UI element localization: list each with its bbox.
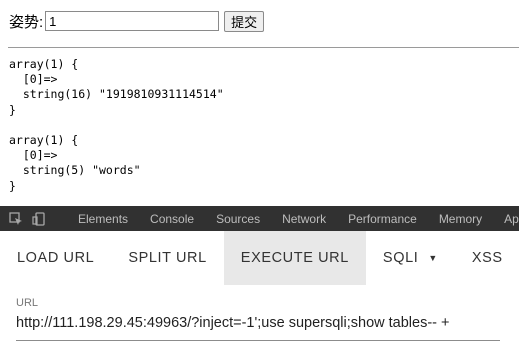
tab-console[interactable]: Console <box>139 212 205 226</box>
sqli-menu-button[interactable]: SQLI ▼ <box>366 231 455 285</box>
tab-network[interactable]: Network <box>271 212 337 226</box>
output-line: [0]=> <box>9 72 58 87</box>
output-line: string(16) "1919810931114514" <box>9 87 224 102</box>
query-output: array(1) { [0]=> string(16) "19198109311… <box>9 57 224 194</box>
submit-button[interactable]: 提交 <box>224 10 265 32</box>
sqli-label: SQLI <box>382 250 419 266</box>
output-line: array(1) { <box>9 133 79 148</box>
output-line: array(1) { <box>9 57 79 71</box>
split-url-button[interactable]: SPLIT URL <box>111 231 223 285</box>
devtools-panel: Elements Console Sources Network Perform… <box>0 206 519 351</box>
hackbar-toolbar: LOAD URL SPLIT URL EXECUTE URL SQLI ▼ XS… <box>0 231 519 285</box>
output-line: } <box>9 102 16 117</box>
load-url-button[interactable]: LOAD URL <box>0 231 111 285</box>
execute-url-button[interactable]: EXECUTE URL <box>223 231 366 285</box>
tab-memory[interactable]: Memory <box>428 212 493 226</box>
caret-down-icon: ▼ <box>428 253 438 263</box>
tab-elements[interactable]: Elements <box>67 212 139 226</box>
url-field[interactable]: http://111.198.29.45:49963/?inject=-1';u… <box>16 315 450 331</box>
output-line: } <box>9 178 16 193</box>
tab-sources[interactable]: Sources <box>205 212 271 226</box>
inject-form: 姿势: 提交 <box>9 10 265 32</box>
inject-input[interactable] <box>45 11 220 31</box>
inject-label: 姿势: <box>9 13 44 31</box>
device-toggle-icon[interactable] <box>32 211 46 227</box>
url-label: URL <box>16 297 39 309</box>
output-line: string(5) "words" <box>9 163 141 178</box>
tab-application[interactable]: Ap <box>493 212 519 226</box>
url-field-underline <box>16 340 500 341</box>
divider <box>8 47 519 48</box>
tab-performance[interactable]: Performance <box>337 212 428 226</box>
devtools-tabbar: Elements Console Sources Network Perform… <box>0 206 519 231</box>
output-line: [0]=> <box>9 148 58 163</box>
inspect-icon[interactable] <box>9 211 23 227</box>
xss-menu-button[interactable]: XSS <box>455 231 519 285</box>
